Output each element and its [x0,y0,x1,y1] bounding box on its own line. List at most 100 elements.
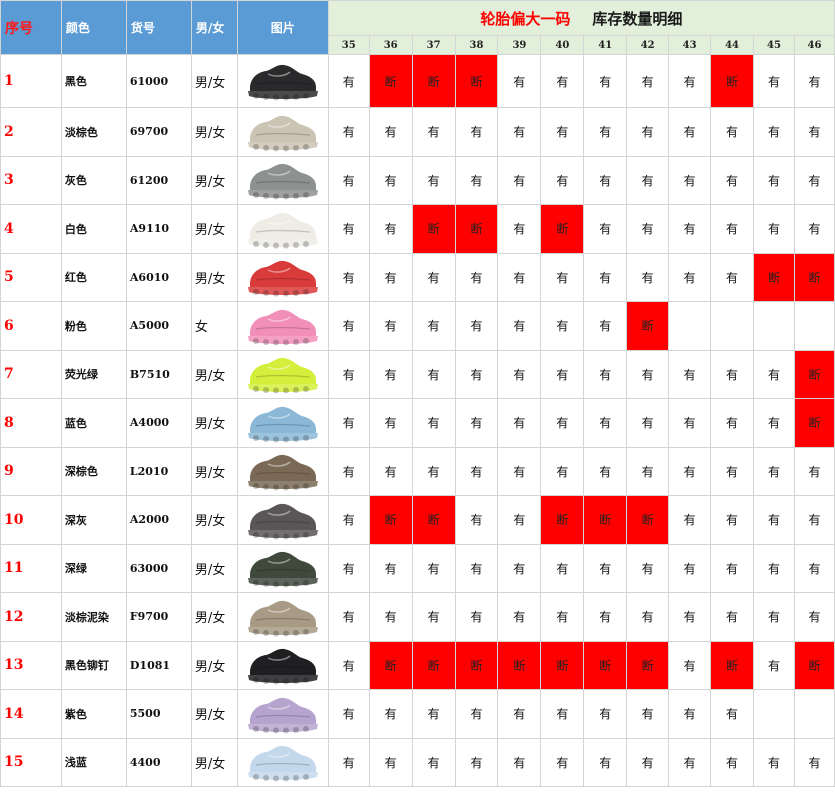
row-color: 灰色 [60,155,127,205]
row-seq: 1 [0,54,62,108]
stock-cell-41: 断 [583,495,628,545]
row-color: 深棕色 [60,446,127,496]
row-code: 63000 [125,543,192,593]
row-picture [236,204,329,254]
stock-cell-37: 有 [411,349,456,399]
stock-cell-37: 断 [411,640,456,690]
stock-cell-37: 断 [411,204,456,254]
row-gender: 男/女 [190,252,238,302]
row-seq: 14 [0,689,62,739]
table-row: 15 浅蓝 4400 男/女有有有有有有有有有有有有 [0,737,835,787]
sheet-title: 轮胎偏大一码 库存数量明细 [327,0,835,36]
stock-cell-44: 有 [710,204,754,254]
shoe-image [247,552,318,588]
stock-cell-44: 有 [710,592,754,642]
table-row: 1 黑色 61000 男/女有断断断有有有有有断有有 [0,54,835,108]
stock-cell-36: 有 [368,689,413,739]
stock-cell-35: 有 [327,349,370,399]
stock-cell-46 [793,689,835,739]
row-code: A6010 [125,252,192,302]
stock-cell-43: 有 [668,398,712,448]
stock-cell-46: 断 [793,252,835,302]
stock-cell-42: 有 [626,204,670,254]
stock-cell-35: 有 [327,592,370,642]
row-seq: 3 [0,155,62,205]
stock-cell-43: 有 [668,737,712,787]
header-color: 颜色 [60,0,127,55]
header-seq: 序号 [0,0,62,55]
stock-cell-43: 有 [668,543,712,593]
size-header-45: 45 [752,35,795,55]
row-gender: 男/女 [190,107,238,157]
size-header-41: 41 [583,35,628,55]
stock-cell-37: 有 [411,737,456,787]
row-seq: 11 [0,543,62,593]
row-picture [236,252,329,302]
shoe-image [247,261,318,297]
row-code: A2000 [125,495,192,545]
stock-cell-39: 有 [497,689,542,739]
stock-cell-45 [752,301,795,351]
stock-cell-44: 有 [710,252,754,302]
stock-cell-41: 有 [583,155,628,205]
stock-cell-38: 有 [454,543,499,593]
stock-cell-46: 有 [793,446,835,496]
row-code: A5000 [125,301,192,351]
row-gender: 男/女 [190,689,238,739]
stock-cell-45: 有 [752,495,795,545]
table-row: 4 白色 A9110 男/女有有断断有断有有有有有有 [0,204,835,254]
size-header-46: 46 [793,35,835,55]
row-code: A4000 [125,398,192,448]
stock-cell-46: 有 [793,737,835,787]
stock-cell-40: 有 [540,301,585,351]
stock-cell-36: 有 [368,155,413,205]
shoe-image [247,212,318,249]
shoe-image [247,164,318,200]
stock-cell-41: 有 [583,204,628,254]
stock-cell-40: 有 [540,689,585,739]
row-gender: 男/女 [190,349,238,399]
stock-cell-40: 有 [540,349,585,399]
row-code: 4400 [125,737,192,787]
stock-cell-46: 有 [793,204,835,254]
row-seq: 9 [0,446,62,496]
row-picture [236,543,329,593]
stock-cell-36: 有 [368,301,413,351]
stock-cell-40: 有 [540,543,585,593]
stock-cell-44: 有 [710,107,754,157]
stock-cell-44: 有 [710,155,754,205]
stock-cell-44: 有 [710,495,754,545]
stock-cell-37: 有 [411,446,456,496]
stock-cell-39: 有 [497,155,542,205]
shoe-image [247,309,318,346]
row-picture [236,155,329,205]
stock-cell-36: 有 [368,737,413,787]
row-code: 61200 [125,155,192,205]
stock-cell-42: 断 [626,640,670,690]
row-gender: 男/女 [190,640,238,690]
row-picture [236,54,329,108]
row-color: 红色 [60,252,127,302]
stock-cell-44: 有 [710,689,754,739]
row-color: 淡棕泥染 [60,592,127,642]
row-seq: 8 [0,398,62,448]
stock-cell-41: 有 [583,398,628,448]
header-gender: 男/女 [190,0,238,55]
stock-cell-42: 有 [626,737,670,787]
stock-cell-41: 有 [583,543,628,593]
row-color: 淡棕色 [60,107,127,157]
stock-cell-41: 有 [583,737,628,787]
size-header-44: 44 [710,35,754,55]
stock-cell-35: 有 [327,54,370,108]
stock-cell-46: 有 [793,592,835,642]
stock-cell-38: 有 [454,107,499,157]
stock-cell-38: 有 [454,301,499,351]
stock-cell-36: 断 [368,640,413,690]
row-color: 白色 [60,204,127,254]
stock-cell-38: 有 [454,689,499,739]
stock-cell-46: 有 [793,54,835,108]
stock-cell-36: 有 [368,107,413,157]
stock-cell-43: 有 [668,252,712,302]
stock-cell-36: 有 [368,204,413,254]
stock-cell-43 [668,301,712,351]
